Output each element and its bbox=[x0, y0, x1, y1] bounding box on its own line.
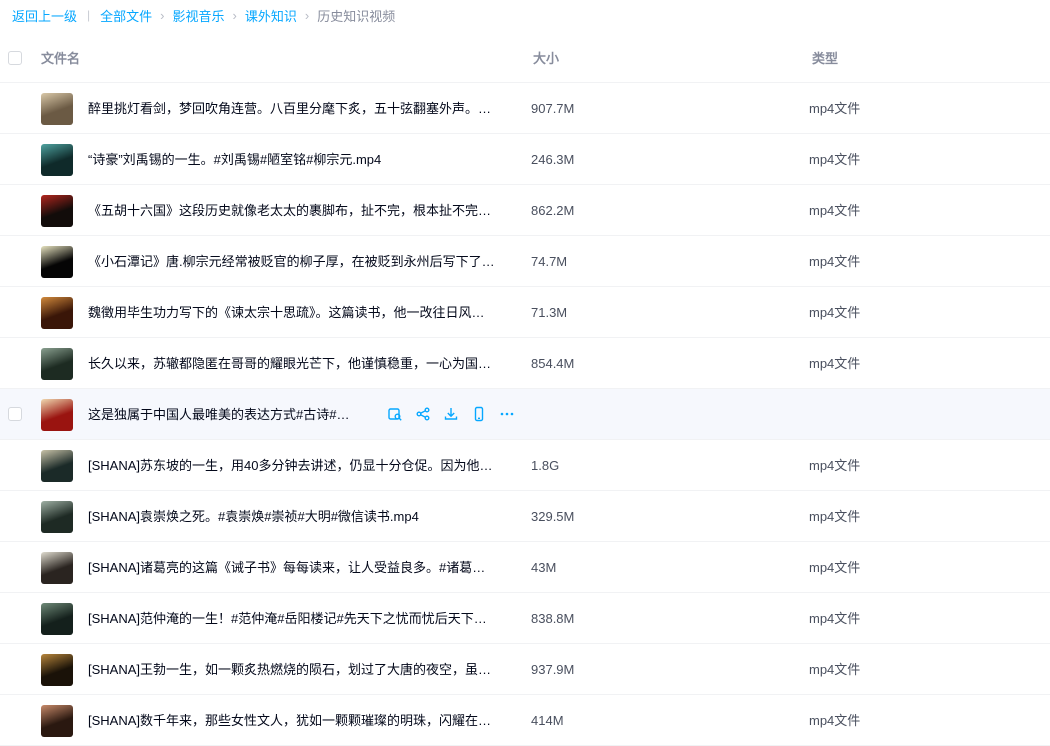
chevron-right-icon: › bbox=[160, 7, 165, 23]
table-row[interactable]: [SHANA]苏东坡的一生，用40多分钟去讲述，仍显十分仓促。因为他… 1.8G m… bbox=[0, 440, 1050, 491]
file-name[interactable]: [SHANA]苏东坡的一生，用40多分钟去讲述，仍显十分仓促。因为他… bbox=[88, 457, 492, 474]
file-size: 414M bbox=[531, 713, 564, 728]
file-type: mp4文件 bbox=[809, 560, 861, 575]
breadcrumb-item-all-files[interactable]: 全部文件 bbox=[100, 6, 152, 25]
file-size: 74.7M bbox=[531, 254, 568, 269]
file-type: mp4文件 bbox=[809, 509, 861, 524]
video-thumbnail[interactable] bbox=[41, 93, 73, 125]
file-name[interactable]: 这是独属于中国人最唯美的表达方式#古诗#… bbox=[88, 406, 349, 423]
share-icon[interactable] bbox=[414, 405, 432, 423]
video-thumbnail[interactable] bbox=[41, 450, 73, 482]
file-type: mp4文件 bbox=[809, 101, 861, 116]
breadcrumb-current: 历史知识视频 bbox=[317, 8, 396, 24]
breadcrumb-item-media[interactable]: 影视音乐 bbox=[173, 6, 225, 25]
table-row[interactable]: [SHANA]诸葛亮的这篇《诫子书》每每读来，让人受益良多。#诸葛… 43M mp4… bbox=[0, 542, 1050, 593]
phone-icon[interactable] bbox=[470, 405, 488, 423]
file-type: mp4文件 bbox=[809, 662, 861, 677]
file-size: 1.8G bbox=[531, 458, 560, 473]
video-thumbnail[interactable] bbox=[41, 603, 73, 635]
row-actions bbox=[386, 405, 516, 423]
file-size: 854.4M bbox=[531, 356, 575, 371]
file-name[interactable]: 魏徵用毕生功力写下的《谏太宗十思疏》。这篇读书，他一改往日风… bbox=[88, 304, 485, 321]
video-thumbnail[interactable] bbox=[41, 195, 73, 227]
file-type: mp4文件 bbox=[809, 356, 861, 371]
breadcrumb-divider: | bbox=[87, 8, 91, 22]
file-name[interactable]: [SHANA]王勃一生，如一颗炙热燃烧的陨石，划过了大唐的夜空，虽… bbox=[88, 661, 491, 678]
table-row[interactable]: 这是独属于中国人最唯美的表达方式#古诗#… bbox=[0, 389, 1050, 440]
table-row[interactable]: 长久以来，苏辙都隐匿在哥哥的耀眼光芒下，他谨慎稳重，一心为国… 854.4M mp4… bbox=[0, 338, 1050, 389]
file-size: 937.9M bbox=[531, 662, 575, 677]
file-type: mp4文件 bbox=[809, 305, 861, 320]
file-type: mp4文件 bbox=[809, 713, 861, 728]
chevron-right-icon: › bbox=[232, 7, 237, 23]
video-thumbnail[interactable] bbox=[41, 552, 73, 584]
file-name[interactable]: 长久以来，苏辙都隐匿在哥哥的耀眼光芒下，他谨慎稳重，一心为国… bbox=[88, 355, 491, 372]
file-size: 246.3M bbox=[531, 152, 575, 167]
file-type: mp4文件 bbox=[809, 611, 861, 626]
file-size: 907.7M bbox=[531, 101, 575, 116]
file-name[interactable]: [SHANA]诸葛亮的这篇《诫子书》每每读来，让人受益良多。#诸葛… bbox=[88, 559, 485, 576]
table-row[interactable]: [SHANA]袁崇焕之死。#袁崇焕#崇祯#大明#微信读书.mp4 329.5M mp… bbox=[0, 491, 1050, 542]
breadcrumb-item-extracurricular[interactable]: 课外知识 bbox=[245, 6, 297, 25]
file-name[interactable]: 醉里挑灯看剑，梦回吹角连营。八百里分麾下炙，五十弦翻塞外声。… bbox=[88, 100, 491, 117]
breadcrumb: 返回上一级 | 全部文件 › 影视音乐 › 课外知识 › 历史知识视频 bbox=[0, 0, 1050, 30]
file-size: 862.2M bbox=[531, 203, 575, 218]
video-thumbnail[interactable] bbox=[41, 297, 73, 329]
file-size: 43M bbox=[531, 560, 557, 575]
table-header: 文件名 大小 类型 bbox=[0, 35, 1050, 83]
back-link[interactable]: 返回上一级 bbox=[12, 6, 77, 25]
table-row[interactable]: “诗豪”刘禹锡的一生。#刘禹锡#陋室铭#柳宗元.mp4 246.3M mp4文件 bbox=[0, 134, 1050, 185]
video-thumbnail[interactable] bbox=[41, 348, 73, 380]
table-row[interactable]: [SHANA]王勃一生，如一颗炙热燃烧的陨石，划过了大唐的夜空，虽… 937.9M… bbox=[0, 644, 1050, 695]
video-thumbnail[interactable] bbox=[41, 144, 73, 176]
file-name[interactable]: [SHANA]范仲淹的一生！#范仲淹#岳阳楼记#先天下之忧而忧后天下… bbox=[88, 610, 487, 627]
file-type: mp4文件 bbox=[809, 458, 861, 473]
row-checkbox[interactable] bbox=[8, 407, 22, 421]
file-list: 醉里挑灯看剑，梦回吹角连营。八百里分麾下炙，五十弦翻塞外声。… 907.7M mp4… bbox=[0, 83, 1050, 746]
download-icon[interactable] bbox=[442, 405, 460, 423]
column-header-name[interactable]: 文件名 bbox=[41, 51, 80, 67]
file-size: 71.3M bbox=[531, 305, 568, 320]
file-type: mp4文件 bbox=[809, 203, 861, 218]
video-thumbnail[interactable] bbox=[41, 399, 73, 431]
file-size: 329.5M bbox=[531, 509, 575, 524]
table-row[interactable]: [SHANA]数千年来，那些女性文人，犹如一颗颗璀璨的明珠，闪耀在… 414M mp… bbox=[0, 695, 1050, 746]
video-thumbnail[interactable] bbox=[41, 501, 73, 533]
video-thumbnail[interactable] bbox=[41, 654, 73, 686]
file-name[interactable]: [SHANA]袁崇焕之死。#袁崇焕#崇祯#大明#微信读书.mp4 bbox=[88, 508, 419, 525]
file-type: mp4文件 bbox=[809, 152, 861, 167]
video-thumbnail[interactable] bbox=[41, 705, 73, 737]
file-name[interactable]: 《小石潭记》唐.柳宗元经常被贬官的柳子厚，在被贬到永州后写下了… bbox=[88, 253, 495, 270]
more-icon[interactable] bbox=[498, 405, 516, 423]
preview-icon[interactable] bbox=[386, 405, 404, 423]
video-thumbnail[interactable] bbox=[41, 246, 73, 278]
table-row[interactable]: 《五胡十六国》这段历史就像老太太的裹脚布，扯不完，根本扯不完… 862.2M mp4… bbox=[0, 185, 1050, 236]
chevron-right-icon: › bbox=[304, 7, 310, 23]
column-header-type[interactable]: 类型 bbox=[812, 51, 838, 67]
file-type: mp4文件 bbox=[809, 254, 861, 269]
file-name[interactable]: [SHANA]数千年来，那些女性文人，犹如一颗颗璀璨的明珠，闪耀在… bbox=[88, 712, 491, 729]
file-size: 838.8M bbox=[531, 611, 575, 626]
table-row[interactable]: 魏徵用毕生功力写下的《谏太宗十思疏》。这篇读书，他一改往日风… 71.3M mp4文… bbox=[0, 287, 1050, 338]
file-name[interactable]: 《五胡十六国》这段历史就像老太太的裹脚布，扯不完，根本扯不完… bbox=[88, 202, 491, 219]
column-header-size[interactable]: 大小 bbox=[533, 51, 559, 67]
select-all-checkbox[interactable] bbox=[8, 51, 22, 65]
table-row[interactable]: [SHANA]范仲淹的一生！#范仲淹#岳阳楼记#先天下之忧而忧后天下… 838.8… bbox=[0, 593, 1050, 644]
file-name[interactable]: “诗豪”刘禹锡的一生。#刘禹锡#陋室铭#柳宗元.mp4 bbox=[88, 151, 381, 168]
table-row[interactable]: 《小石潭记》唐.柳宗元经常被贬官的柳子厚，在被贬到永州后写下了… 74.7M mp4… bbox=[0, 236, 1050, 287]
table-row[interactable]: 醉里挑灯看剑，梦回吹角连营。八百里分麾下炙，五十弦翻塞外声。… 907.7M mp4… bbox=[0, 83, 1050, 134]
